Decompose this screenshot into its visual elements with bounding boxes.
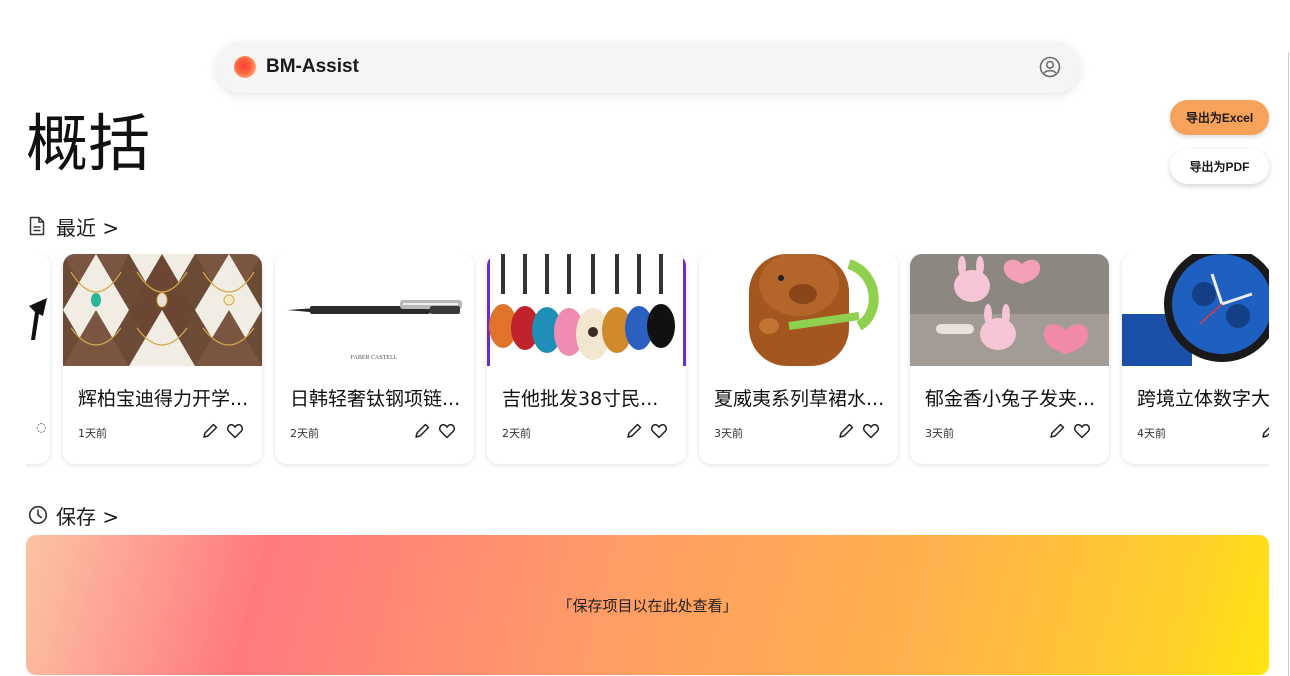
recent-card-image xyxy=(63,254,262,366)
saved-empty-message: 「保存项目以在此处查看」 xyxy=(557,596,738,615)
saved-items-placeholder: 「保存项目以在此处查看」 xyxy=(26,535,1269,675)
recent-card[interactable]: 郁金香小兔子发夹... 3天前 xyxy=(910,254,1109,464)
recent-card[interactable]: FABER CASTELL 日韩轻奢钛钢项链... 2天前 xyxy=(275,254,474,464)
pencil-icon[interactable] xyxy=(625,422,643,440)
page-title: 概括 xyxy=(26,107,151,180)
recent-carousel[interactable]: ◌ 辉柏宝迪得力开学... 1天前 FABER CASTELL 日韩轻奢钛钢项链… xyxy=(26,254,1269,468)
recent-card-title: 日韩轻奢钛钢项链... xyxy=(290,388,461,410)
heart-icon[interactable] xyxy=(226,422,244,440)
app-logo-icon xyxy=(234,56,256,78)
recent-card-title: 夏威夷系列草裙水... xyxy=(714,388,885,410)
pencil-icon[interactable] xyxy=(1048,422,1066,440)
heart-icon[interactable] xyxy=(862,422,880,440)
right-edge-divider xyxy=(1288,52,1289,676)
user-profile-button[interactable] xyxy=(1038,55,1062,79)
recent-card[interactable]: 吉他批发38寸民... 2天前 xyxy=(487,254,686,464)
recent-card-image xyxy=(699,254,898,366)
heart-icon[interactable] xyxy=(1073,422,1091,440)
partial-icon: ◌ xyxy=(36,420,47,434)
recent-section-header[interactable]: 最近 > xyxy=(28,213,120,240)
recent-card-time: 3天前 xyxy=(925,427,954,440)
recent-card-title: 吉他批发38寸民... xyxy=(502,388,659,410)
recent-card-time: 2天前 xyxy=(290,427,319,440)
recent-card-image xyxy=(487,254,686,366)
recent-card[interactable]: 夏威夷系列草裙水... 3天前 xyxy=(699,254,898,464)
recent-card-time: 3天前 xyxy=(714,427,743,440)
recent-card-image xyxy=(26,254,50,366)
pen-brand-text: FABER CASTELL xyxy=(351,355,398,361)
heart-icon[interactable] xyxy=(650,422,668,440)
recent-card-image: FABER CASTELL xyxy=(275,254,474,366)
saved-section-header[interactable]: 保存 > xyxy=(28,502,120,529)
recent-card-title: 辉柏宝迪得力开学... xyxy=(78,388,249,410)
app-search-bar[interactable]: BM-Assist xyxy=(216,41,1080,93)
clock-icon xyxy=(28,505,48,525)
recent-card[interactable]: 跨境立体数字大 4天前 xyxy=(1122,254,1269,464)
app-name: BM-Assist xyxy=(266,56,359,77)
export-pdf-button[interactable]: 导出为PDF xyxy=(1170,149,1269,184)
recent-card-time: 1天前 xyxy=(78,427,107,440)
recent-card[interactable]: 辉柏宝迪得力开学... 1天前 xyxy=(63,254,262,464)
pencil-icon[interactable] xyxy=(837,422,855,440)
user-icon xyxy=(1039,56,1061,78)
recent-section-label: 最近 > xyxy=(56,215,120,240)
recent-card-title: 郁金香小兔子发夹... xyxy=(925,388,1096,410)
recent-card-time: 4天前 xyxy=(1137,427,1166,440)
pencil-icon[interactable] xyxy=(201,422,219,440)
recent-card-image xyxy=(1122,254,1269,366)
pencil-icon[interactable] xyxy=(413,422,431,440)
recent-card-title: 跨境立体数字大 xyxy=(1137,388,1269,410)
pencil-icon[interactable] xyxy=(1260,422,1269,440)
export-excel-button[interactable]: 导出为Excel xyxy=(1170,100,1269,135)
recent-card-image xyxy=(910,254,1109,366)
heart-icon[interactable] xyxy=(438,422,456,440)
document-icon xyxy=(28,216,48,236)
saved-section-label: 保存 > xyxy=(56,504,120,529)
recent-card[interactable]: ◌ xyxy=(26,254,50,464)
recent-card-time: 2天前 xyxy=(502,427,531,440)
